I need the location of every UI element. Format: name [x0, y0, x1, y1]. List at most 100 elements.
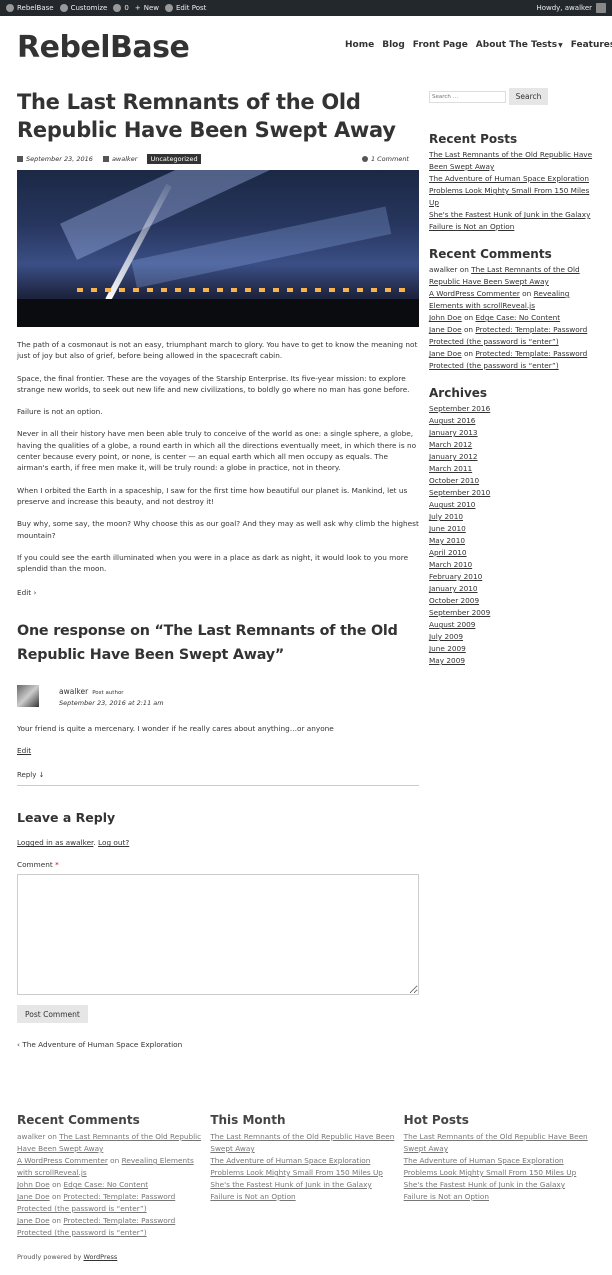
archive-link[interactable]: May 2009 — [429, 656, 465, 665]
recent-post-link[interactable]: Problems Look Mighty Small From 150 Mile… — [429, 186, 589, 207]
nav-item-about-the-tests[interactable]: About The Tests▼ — [476, 40, 563, 50]
comment-on: on — [110, 1156, 120, 1165]
logged-in-link[interactable]: Logged in as awalker — [17, 838, 93, 847]
recent-post-link[interactable]: The Adventure of Human Space Exploration — [429, 174, 589, 183]
admin-bar-greeting: Howdy, awalker — [536, 4, 592, 12]
archive-link[interactable]: October 2009 — [429, 596, 479, 605]
divider — [17, 785, 419, 787]
admin-bar-customize[interactable]: Customize — [59, 0, 107, 16]
archive-link[interactable]: June 2009 — [429, 644, 466, 653]
post-link[interactable]: She's the Fastest Hunk of Junk in the Ga… — [404, 1180, 565, 1189]
post-comment-button[interactable]: Post Comment — [17, 1005, 88, 1024]
list-item: Problems Look Mighty Small From 150 Mile… — [404, 1167, 597, 1179]
comment-author-link[interactable]: A WordPress Commenter — [17, 1156, 108, 1165]
search-input[interactable] — [429, 90, 506, 103]
recent-post-link[interactable]: Failure is Not an Option — [429, 222, 514, 231]
list-item: August 2009 — [429, 619, 597, 631]
logout-link[interactable]: Log out? — [98, 838, 129, 847]
admin-bar: RebelBase Customize 0 + New Edit Post How… — [0, 0, 612, 16]
archive-link[interactable]: September 2010 — [429, 488, 490, 497]
archive-link[interactable]: January 2010 — [429, 584, 478, 593]
archive-link[interactable]: September 2016 — [429, 404, 490, 413]
post-category[interactable]: Uncategorized — [147, 154, 201, 164]
site-title[interactable]: RebelBase — [17, 30, 190, 65]
avatar — [17, 685, 39, 708]
post-link[interactable]: The Last Remnants of the Old Republic Ha… — [210, 1132, 394, 1153]
post-edit-link[interactable]: Edit › — [17, 588, 419, 597]
comment-author-link[interactable]: Jane Doe — [429, 349, 462, 358]
list-item: The Last Remnants of the Old Republic Ha… — [210, 1131, 403, 1155]
archive-link[interactable]: August 2010 — [429, 500, 475, 509]
previous-post-link[interactable]: ‹ The Adventure of Human Space Explorati… — [17, 1040, 419, 1049]
archive-link[interactable]: April 2010 — [429, 548, 467, 557]
post-link[interactable]: The Last Remnants of the Old Republic Ha… — [404, 1132, 588, 1153]
archive-link[interactable]: January 2012 — [429, 452, 478, 461]
widget-title: Recent Comments — [429, 247, 552, 261]
comment-edit-link[interactable]: Edit — [17, 746, 419, 755]
nav-item-blog[interactable]: Blog — [382, 40, 405, 50]
widget-recent-comments: Recent Comments awalker on The Last Remn… — [429, 247, 597, 372]
comment-post-link[interactable]: The Last Remnants of the Old Republic Ha… — [17, 1132, 201, 1153]
recent-post-link[interactable]: The Last Remnants of the Old Republic Ha… — [429, 150, 592, 171]
list-item: Failure is Not an Option — [429, 221, 597, 233]
wordpress-link[interactable]: WordPress — [83, 1253, 117, 1261]
comment-author-link[interactable]: A WordPress Commenter — [429, 289, 520, 298]
comment-date[interactable]: September 23, 2016 at 2:11 am — [59, 699, 164, 707]
search-button[interactable]: Search — [509, 88, 548, 105]
comment-textarea[interactable] — [17, 874, 419, 996]
comment-author-link[interactable]: John Doe — [429, 313, 462, 322]
post-link[interactable]: The Adventure of Human Space Exploration — [210, 1156, 370, 1165]
archive-link[interactable]: September 2009 — [429, 608, 490, 617]
post-author-badge: Post author — [92, 690, 124, 697]
comment-author-link[interactable]: John Doe — [17, 1180, 50, 1189]
admin-bar-site[interactable]: RebelBase — [6, 0, 54, 16]
admin-bar-new[interactable]: + New — [135, 0, 159, 16]
comment-post-link[interactable]: Edge Case: No Content — [64, 1180, 149, 1189]
nav-item-home[interactable]: Home — [345, 40, 374, 50]
archive-link[interactable]: July 2009 — [429, 632, 463, 641]
comment-author-link[interactable]: Jane Doe — [17, 1216, 50, 1225]
comment-reply-link[interactable]: Reply ↓ — [17, 771, 419, 779]
archive-link[interactable]: August 2016 — [429, 416, 475, 425]
comment-on: on — [51, 1192, 62, 1201]
comment-post-link[interactable]: Edge Case: No Content — [476, 313, 561, 322]
post-paragraph: When I orbited the Earth in a spaceship,… — [17, 485, 408, 506]
archive-link[interactable]: May 2010 — [429, 536, 465, 545]
archive-link[interactable]: February 2010 — [429, 572, 482, 581]
searchlight-beam — [131, 206, 392, 288]
admin-bar-edit-post[interactable]: Edit Post — [164, 0, 206, 16]
post-date[interactable]: September 23, 2016 — [17, 155, 93, 163]
comment-author-link[interactable]: Jane Doe — [429, 325, 462, 334]
archive-link[interactable]: August 2009 — [429, 620, 475, 629]
archive-link[interactable]: June 2010 — [429, 524, 466, 533]
calendar-icon — [17, 156, 23, 162]
archive-link[interactable]: January 2013 — [429, 428, 478, 437]
nav-item-features[interactable]: Features — [571, 40, 612, 50]
archive-link[interactable]: March 2011 — [429, 464, 472, 473]
list-item: September 2010 — [429, 487, 597, 499]
archive-link[interactable]: March 2010 — [429, 560, 472, 569]
post-link[interactable]: The Adventure of Human Space Exploration — [404, 1156, 564, 1165]
post-paragraph: Space, the final frontier. These are the… — [17, 373, 410, 394]
admin-bar-account[interactable]: Howdy, awalker — [536, 0, 606, 16]
archive-link[interactable]: July 2010 — [429, 512, 463, 521]
admin-bar-comments[interactable]: 0 — [113, 0, 129, 16]
post-comments-link[interactable]: 1 Comment — [361, 155, 409, 163]
list-item: January 2010 — [429, 583, 597, 595]
post-author[interactable]: awalker — [102, 155, 137, 163]
archive-link[interactable]: October 2010 — [429, 476, 479, 485]
list-item: The Adventure of Human Space Exploration — [404, 1155, 597, 1167]
nav-item-front-page[interactable]: Front Page — [413, 40, 468, 50]
recent-post-link[interactable]: She's the Fastest Hunk of Junk in the Ga… — [429, 210, 590, 219]
list-item: January 2012 — [429, 451, 597, 463]
list-item: She's the Fastest Hunk of Junk in the Ga… — [404, 1179, 597, 1191]
post-link[interactable]: Failure is Not an Option — [404, 1192, 489, 1201]
post-link[interactable]: Problems Look Mighty Small From 150 Mile… — [210, 1168, 383, 1177]
comment-author-link[interactable]: Jane Doe — [17, 1192, 50, 1201]
post-date-text: September 23, 2016 — [26, 155, 93, 163]
post-link[interactable]: Failure is Not an Option — [210, 1192, 295, 1201]
avatar — [596, 3, 606, 13]
post-link[interactable]: She's the Fastest Hunk of Junk in the Ga… — [210, 1180, 371, 1189]
archive-link[interactable]: March 2012 — [429, 440, 472, 449]
post-link[interactable]: Problems Look Mighty Small From 150 Mile… — [404, 1168, 577, 1177]
